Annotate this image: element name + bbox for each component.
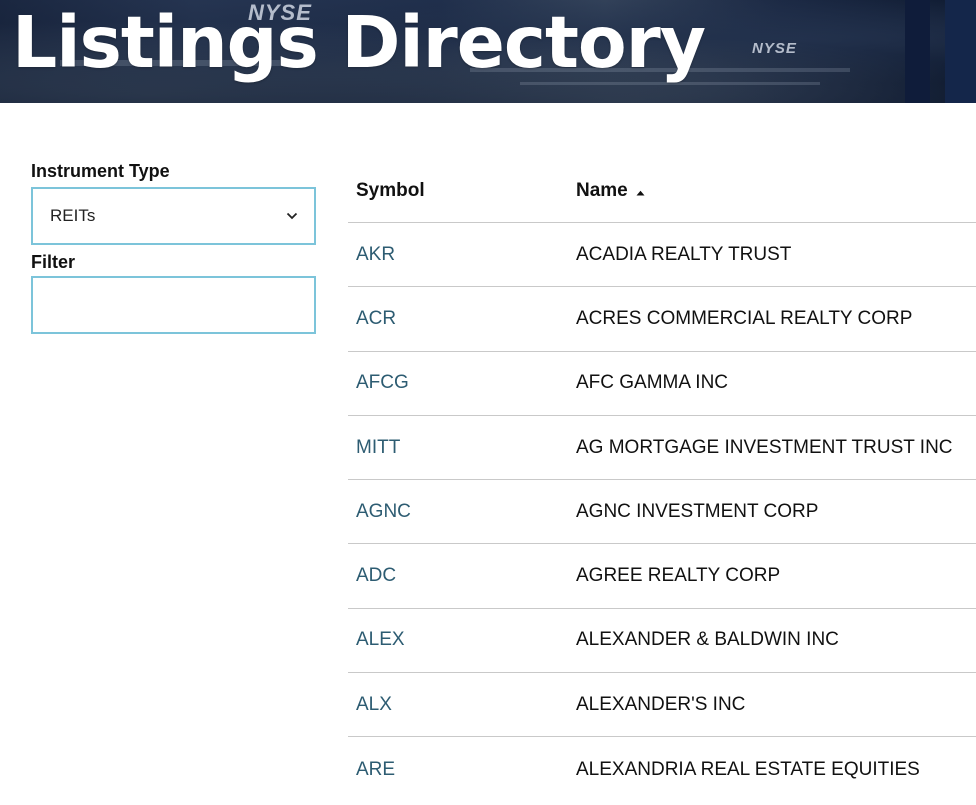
instrument-type-value: REITs	[50, 206, 96, 225]
table-header: Symbol Name	[348, 160, 976, 223]
symbol-link[interactable]: ADC	[348, 565, 576, 587]
table-row: MITT AG MORTGAGE INVESTMENT TRUST INC	[348, 416, 976, 481]
nyse-sign: NYSE	[752, 40, 797, 57]
symbol-link[interactable]: AFCG	[348, 372, 576, 394]
banner-decor	[905, 0, 930, 103]
hero-banner: NYSE NYSE Listings Directory	[0, 0, 976, 103]
company-name: ALEXANDER'S INC	[576, 693, 746, 715]
sort-ascending-icon	[636, 180, 645, 202]
column-header-name-label: Name	[576, 180, 628, 201]
table-row: AGNC AGNC INVESTMENT CORP	[348, 480, 976, 545]
table-body: AKR ACADIA REALTY TRUST ACR ACRES COMMERCIA…	[348, 223, 976, 802]
table-row: ACR ACRES COMMERCIAL REALTY CORP	[348, 287, 976, 352]
filter-label: Filter	[31, 252, 76, 272]
table-row: ADC AGREE REALTY CORP	[348, 544, 976, 609]
page-title: Listings Directory	[12, 1, 706, 84]
table-row: ARE ALEXANDRIA REAL ESTATE EQUITIES	[348, 737, 976, 801]
company-name: AGREE REALTY CORP	[576, 565, 781, 587]
company-name: AG MORTGAGE INVESTMENT TRUST INC	[576, 436, 953, 458]
column-header-symbol[interactable]: Symbol	[348, 180, 576, 202]
company-name: ALEXANDER & BALDWIN INC	[576, 629, 839, 651]
company-name: ACADIA REALTY TRUST	[576, 243, 792, 265]
filter-input[interactable]	[31, 276, 316, 334]
banner-decor	[945, 0, 976, 103]
symbol-link[interactable]: ALX	[348, 694, 576, 716]
symbol-link[interactable]: ARE	[348, 759, 576, 781]
table-row: AFCG AFC GAMMA INC	[348, 352, 976, 416]
symbol-link[interactable]: AKR	[348, 244, 576, 266]
filter-panel: Instrument Type REITs Filter	[31, 160, 316, 334]
table-row: AKR ACADIA REALTY TRUST	[348, 223, 976, 288]
chevron-down-icon	[286, 212, 298, 220]
instrument-type-select[interactable]: REITs	[31, 187, 316, 245]
symbol-link[interactable]: AGNC	[348, 501, 576, 523]
company-name: ALEXANDRIA REAL ESTATE EQUITIES	[576, 758, 920, 780]
listings-table: Symbol Name AKR ACADIA REALTY TRUST ACR ACR…	[348, 160, 976, 802]
column-header-name[interactable]: Name	[576, 180, 645, 202]
symbol-link[interactable]: ACR	[348, 308, 576, 330]
table-row: ALX ALEXANDER'S INC	[348, 673, 976, 738]
table-row: ALEX ALEXANDER & BALDWIN INC	[348, 609, 976, 674]
symbol-link[interactable]: MITT	[348, 437, 576, 459]
company-name: AFC GAMMA INC	[576, 372, 729, 394]
company-name: AGNC INVESTMENT CORP	[576, 500, 819, 522]
instrument-type-label: Instrument Type	[31, 161, 170, 181]
symbol-link[interactable]: ALEX	[348, 629, 576, 651]
company-name: ACRES COMMERCIAL REALTY CORP	[576, 307, 913, 329]
